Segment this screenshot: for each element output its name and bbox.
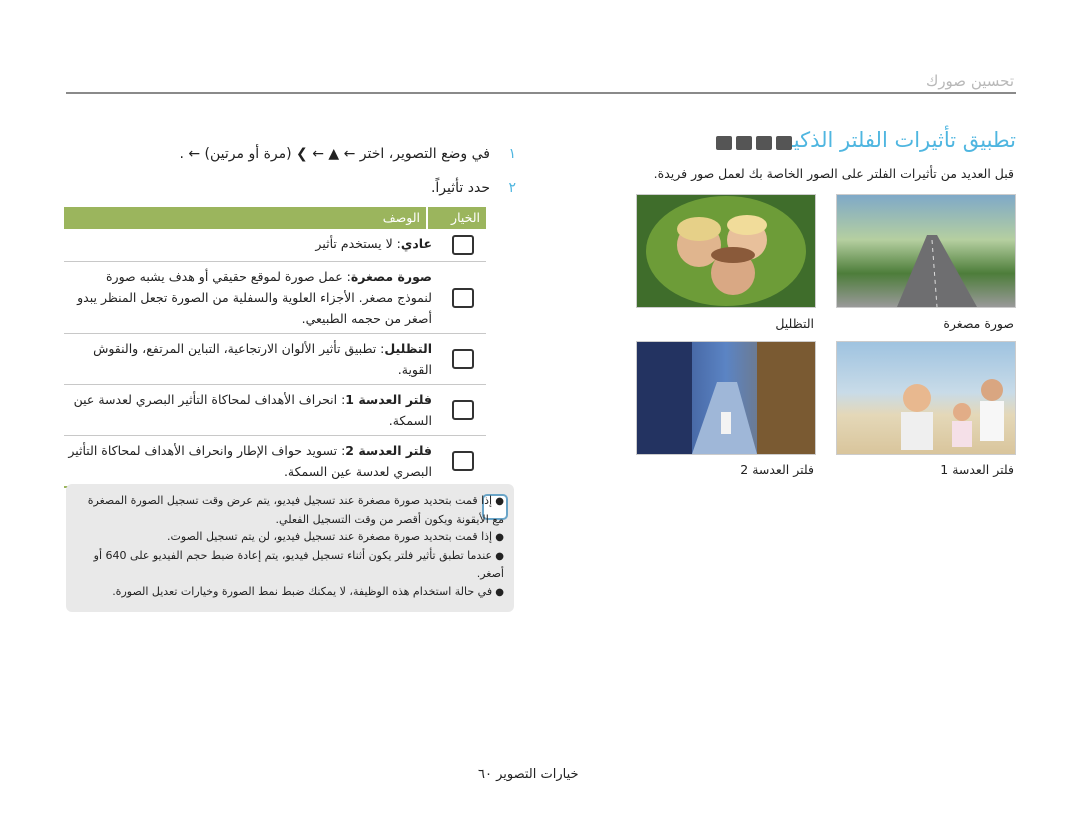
header-description: الوصف — [382, 210, 420, 225]
header-option: الخيار — [426, 207, 486, 229]
section-title: تطبيق تأثيرات الفلتر الذكية — [782, 128, 1016, 152]
row-label: فلتر العدسة 1 — [345, 392, 432, 407]
header-rule — [66, 92, 1016, 94]
page-footer: خيارات التصوير ٦٠ — [478, 767, 579, 782]
row-label: فلتر العدسة 2 — [345, 443, 432, 458]
row-text: : تطبيق تأثير الألوان الارتجاعية، التباي… — [93, 341, 432, 377]
row-label: صورة مصغرة — [350, 269, 432, 284]
row-text: : لا يستخدم تأثير — [315, 236, 401, 251]
note-item: عندما تطبق تأثير فلتر يكون أثناء تسجيل ف… — [74, 547, 504, 583]
vignetting-icon — [452, 349, 474, 369]
note-item: إذا قمت بتحديد صورة مصغرة عند تسجيل فيدي… — [74, 492, 504, 528]
smart-camera-icon — [756, 136, 772, 150]
camera-icon — [776, 136, 792, 150]
step-2-text: حدد تأثيراً. — [430, 180, 490, 196]
table-row: فلتر العدسة 2: تسويد حواف الإطار وانحراف… — [64, 436, 486, 486]
lens-filter-1-icon — [452, 400, 474, 420]
note-item: إذا قمت بتحديد صورة مصغرة عند تسجيل فيدي… — [74, 528, 504, 547]
header-title: تحسين صورك — [925, 72, 1014, 90]
table-row: التظليل: تطبيق تأثير الألوان الارتجاعية،… — [64, 334, 486, 385]
table-header: الخيار الوصف — [64, 207, 486, 229]
video-icon — [716, 136, 732, 150]
photo-miniature — [836, 194, 1016, 308]
row-label: عادي — [400, 236, 432, 251]
miniature-icon — [452, 287, 474, 308]
note-item: في حالة استخدام هذه الوظيفة، لا يمكنك ضب… — [74, 583, 504, 602]
caption-lens-filter-2: فلتر العدسة 2 — [740, 462, 814, 477]
table-row: عادي: لا يستخدم تأثير — [64, 229, 486, 262]
mode-icons — [716, 136, 802, 152]
step-1-number: ١ — [508, 146, 516, 162]
options-table: الخيار الوصف عادي: لا يستخدم تأثير صورة … — [64, 207, 486, 488]
caption-vignetting: التظليل — [775, 316, 814, 331]
row-label: التظليل — [384, 341, 432, 356]
photo-lens-filter-2 — [636, 341, 816, 455]
step-1-text: في وضع التصوير، اختر ← ▲ ← ❯ (مرة أو مرت… — [179, 146, 490, 162]
photo-lens-filter-1 — [836, 341, 1016, 455]
filter-off-icon — [452, 235, 474, 255]
caption-miniature: صورة مصغرة — [943, 316, 1014, 331]
table-row: فلتر العدسة 1: انحراف الأهداف لمحاكاة ال… — [64, 385, 486, 436]
dual-is-icon — [736, 136, 752, 150]
lens-filter-2-icon — [452, 451, 474, 471]
photo-vignetting — [636, 194, 816, 308]
section-description: قبل العديد من تأثيرات الفلتر على الصور ا… — [653, 166, 1014, 181]
step-2-number: ٢ — [508, 180, 516, 196]
note-list: إذا قمت بتحديد صورة مصغرة عند تسجيل فيدي… — [74, 492, 504, 601]
caption-lens-filter-1: فلتر العدسة 1 — [940, 462, 1014, 477]
table-row: صورة مصغرة: عمل صورة لموقع حقيقي أو هدف … — [64, 262, 486, 334]
